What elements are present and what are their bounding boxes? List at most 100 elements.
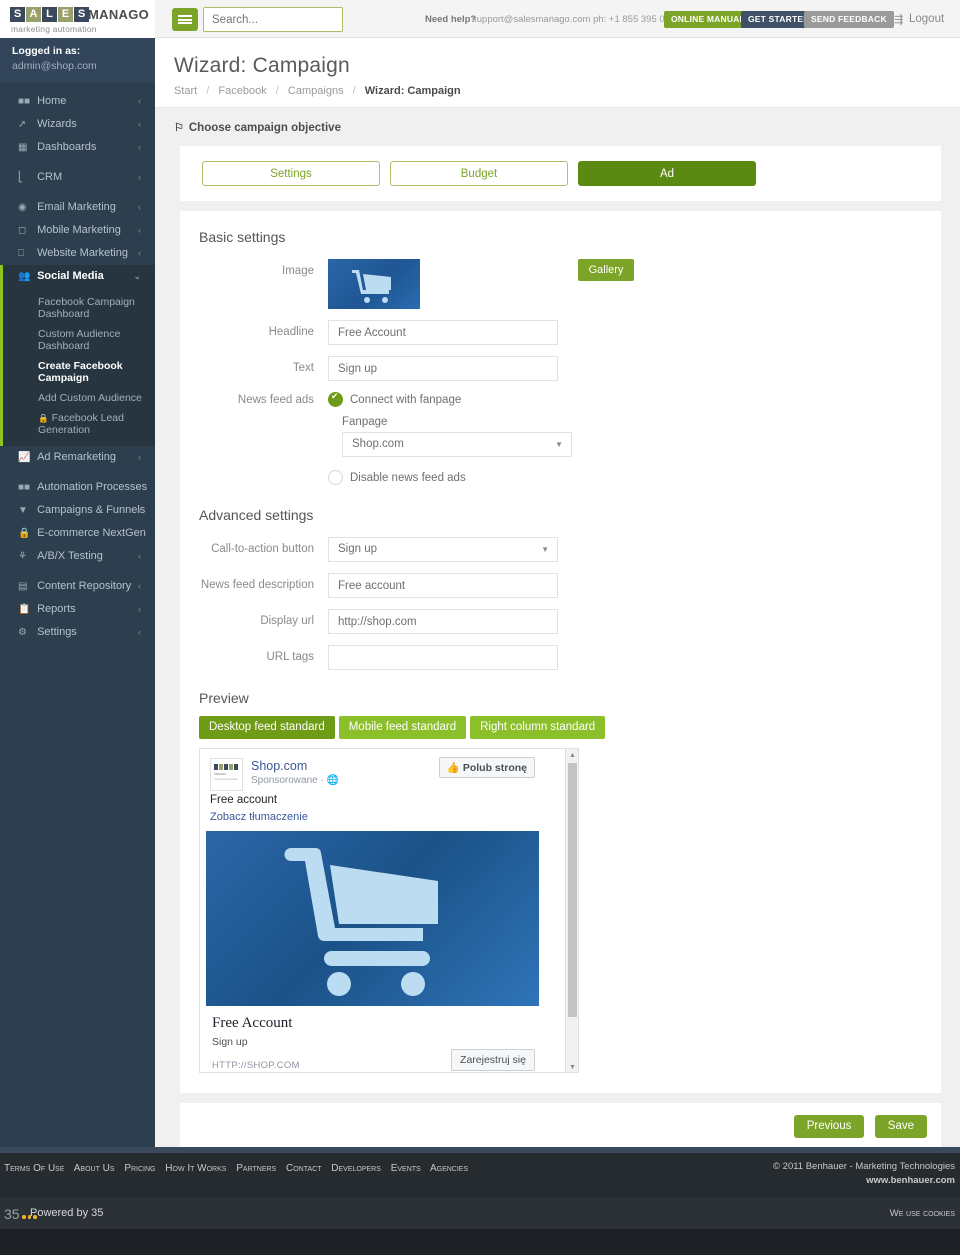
logo-letter-tiles: S A L E S	[10, 7, 89, 22]
sidebar-item-mobile-marketing[interactable]: ◻ Mobile Marketing ‹	[0, 219, 155, 242]
shopping-cart-icon	[284, 848, 438, 996]
chevron-left-icon: ‹	[138, 248, 141, 258]
submenu-item-create-facebook-campaign[interactable]: Create Facebook Campaign	[0, 356, 155, 388]
app-window: S A L E S MANAGO marketing automation Ne…	[0, 0, 960, 1255]
display-url-input[interactable]	[328, 609, 558, 634]
text-row: Text	[180, 356, 941, 381]
footer-website-link[interactable]: www.benhauer.com	[866, 1175, 955, 1186]
footer-link-about-us[interactable]: About Us	[74, 1163, 115, 1174]
breadcrumb-item-start[interactable]: Start	[174, 85, 197, 97]
preview-tab-desktop-feed[interactable]: Desktop feed standard	[199, 716, 335, 739]
logged-in-block: Logged in as: admin@shop.com	[0, 38, 155, 82]
sidebar-item-dashboards[interactable]: ▦ Dashboards ‹	[0, 136, 155, 159]
avatar-logo-tiles	[214, 764, 238, 770]
sidebar-item-settings[interactable]: ⚙ Settings ‹	[0, 621, 155, 644]
scrollbar-thumb[interactable]	[568, 763, 577, 1017]
breadcrumb: Start / Facebook / Campaigns / Wizard: C…	[174, 85, 960, 97]
footer-link-partners[interactable]: Partners	[236, 1163, 276, 1174]
send-feedback-button[interactable]: SEND FEEDBACK	[804, 11, 894, 28]
chevron-left-icon: ‹	[138, 581, 141, 591]
logo-letter-e: E	[58, 7, 73, 22]
support-contact: support@salesmanago.com ph: +1 855 395 0…	[472, 14, 681, 25]
brand-logo[interactable]: S A L E S MANAGO marketing automation	[0, 0, 155, 38]
footer-link-events[interactable]: Events	[391, 1163, 421, 1174]
lock-icon: 🔒	[18, 528, 31, 539]
sidebar-item-reports[interactable]: 📋 Reports ‹	[0, 598, 155, 621]
save-button[interactable]: Save	[874, 1115, 927, 1138]
preview-tab-right-column[interactable]: Right column standard	[470, 716, 606, 739]
chevron-left-icon: ‹	[138, 452, 141, 462]
sidebar-item-wizards[interactable]: ➚ Wizards ‹	[0, 113, 155, 136]
sidebar-item-content-repository[interactable]: ▤ Content Repository ‹	[0, 575, 155, 598]
footer-link-terms-of-use[interactable]: Terms Of Use	[4, 1163, 65, 1174]
breadcrumb-item-campaigns[interactable]: Campaigns	[288, 85, 344, 97]
submenu-item-custom-audience-dashboard[interactable]: Custom Audience Dashboard	[0, 324, 155, 356]
connect-with-fanpage-label: Connect with fanpage	[350, 393, 462, 406]
sidebar-item-label: E-commerce NextGen	[37, 527, 146, 539]
disable-news-feed-option[interactable]: Disable news feed ads	[328, 470, 572, 485]
scroll-up-icon[interactable]: ▲	[566, 749, 578, 762]
like-page-button[interactable]: 👍 Polub stronę	[438, 757, 535, 778]
copy-icon: 📋	[18, 604, 31, 615]
logout-icon[interactable]: ⇶	[894, 13, 903, 26]
footer-link-pricing[interactable]: Pricing	[124, 1163, 155, 1174]
ad-image-thumbnail[interactable]	[328, 259, 420, 309]
sidebar-item-label: Dashboards	[37, 141, 97, 153]
sidebar-item-abx-testing[interactable]: ⚘ A/B/X Testing ‹	[0, 545, 155, 568]
news-feed-description-input[interactable]	[328, 573, 558, 598]
cta-select[interactable]: Sign up ▼	[328, 537, 558, 562]
chevron-left-icon: ‹	[138, 142, 141, 152]
nav-separator	[0, 189, 155, 196]
sidebar-item-social-media[interactable]: 👥 Social Media ⌄	[0, 265, 155, 288]
sidebar-item-home[interactable]: ■■ Home ‹	[0, 90, 155, 113]
flask-icon: ⚘	[18, 551, 27, 562]
sidebar-item-campaigns-funnels[interactable]: ▼ Campaigns & Funnels ‹	[0, 499, 155, 522]
campaign-objective-label: Choose campaign objective	[188, 122, 341, 134]
headline-input[interactable]	[328, 320, 558, 345]
url-tags-input[interactable]	[328, 645, 558, 670]
sidebar-item-website-marketing[interactable]: ⎕ Website Marketing ‹	[0, 242, 155, 265]
gear-icon: ⚙	[18, 627, 27, 638]
online-manual-button[interactable]: ONLINE MANUAL	[664, 11, 752, 28]
hamburger-icon[interactable]	[172, 8, 198, 31]
search-input[interactable]	[203, 7, 343, 32]
radio-unselected-icon[interactable]	[328, 470, 343, 485]
preview-card-header: MANAGO marketing automation Shop.com Spo…	[200, 749, 545, 791]
text-input[interactable]	[328, 356, 558, 381]
sidebar-item-ad-remarketing[interactable]: 📈 Ad Remarketing ‹	[0, 446, 155, 469]
logout-button[interactable]: Logout	[909, 13, 944, 25]
campaign-objective-heading: ⚐ Choose campaign objective	[155, 108, 960, 134]
preview-tab-mobile-feed[interactable]: Mobile feed standard	[338, 716, 467, 739]
sidebar-item-email-marketing[interactable]: ◉ Email Marketing ‹	[0, 196, 155, 219]
tab-settings[interactable]: Settings	[202, 161, 380, 186]
footer-link-developers[interactable]: Developers	[331, 1163, 381, 1174]
submenu-item-add-custom-audience[interactable]: Add Custom Audience	[0, 388, 155, 408]
submenu-item-facebook-campaign-dashboard[interactable]: Facebook Campaign Dashboard	[0, 292, 155, 324]
tab-budget[interactable]: Budget	[390, 161, 568, 186]
logo-wordmark: MANAGO	[88, 7, 150, 22]
preview-cta-button[interactable]: Zarejestruj się	[451, 1049, 535, 1071]
preview-translate-link[interactable]: Zobacz tłumaczenie	[200, 806, 545, 831]
gallery-button[interactable]: Gallery	[578, 259, 634, 281]
text-label: Text	[292, 362, 314, 374]
chevron-left-icon: ‹	[138, 225, 141, 235]
connect-with-fanpage-option[interactable]: Connect with fanpage	[328, 391, 572, 407]
wand-icon: ➚	[18, 119, 27, 130]
bars-icon: ⎣	[18, 172, 23, 183]
fanpage-select[interactable]: Shop.com ▼	[342, 432, 572, 457]
footer-link-how-it-works[interactable]: How It Works	[165, 1163, 226, 1174]
news-feed-description-label: News feed description	[200, 579, 314, 591]
previous-button[interactable]: Previous	[793, 1115, 865, 1138]
preview-scrollbar[interactable]: ▲ ▼	[565, 749, 578, 1072]
footer-link-agencies[interactable]: Agencies	[430, 1163, 468, 1174]
radio-selected-icon[interactable]	[328, 391, 343, 407]
footer-link-contact[interactable]: Contact	[286, 1163, 321, 1174]
tab-ad[interactable]: Ad	[578, 161, 756, 186]
sidebar-item-ecommerce-nextgen[interactable]: 🔒 E-commerce NextGen	[0, 522, 155, 545]
submenu-item-facebook-lead-generation[interactable]: 🔒 Facebook Lead Generation	[0, 408, 155, 440]
sidebar-item-automation-processes[interactable]: ■■ Automation Processes ‹	[0, 476, 155, 499]
sidebar-item-crm[interactable]: ⎣ CRM ‹	[0, 166, 155, 189]
breadcrumb-item-facebook[interactable]: Facebook	[218, 85, 266, 97]
flag-icon: ⚐	[174, 122, 184, 134]
scroll-down-icon[interactable]: ▼	[566, 1061, 578, 1072]
